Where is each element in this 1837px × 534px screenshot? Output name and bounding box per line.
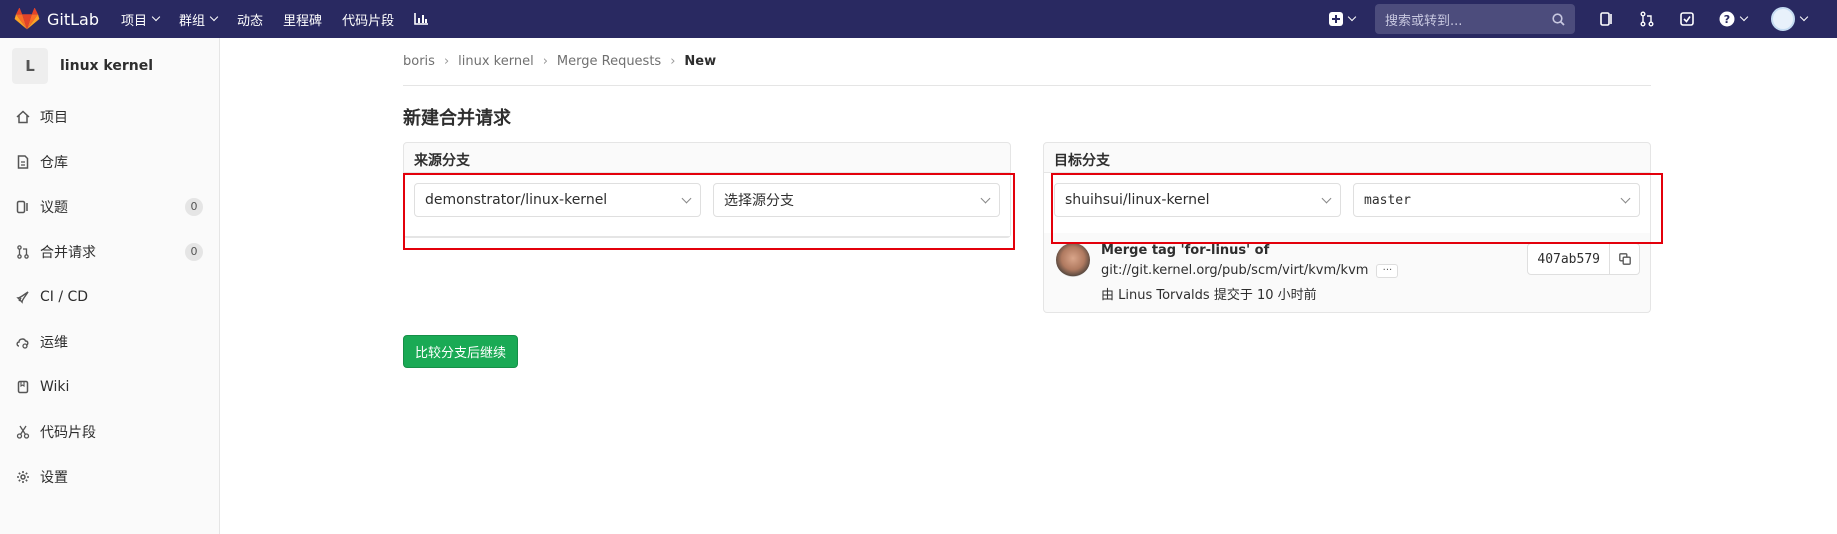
- nav-milestones[interactable]: 里程碑: [283, 10, 322, 29]
- project-name: linux kernel: [60, 58, 154, 74]
- todo-icon[interactable]: [1679, 11, 1695, 27]
- target-branch-heading: 目标分支: [1044, 143, 1650, 173]
- search-placeholder: 搜索或转到...: [1385, 13, 1463, 29]
- source-selectors-highlight: [403, 173, 1015, 250]
- commit-author-avatar: [1056, 243, 1090, 277]
- target-selectors-highlight: [1051, 173, 1663, 244]
- plus-square-icon: [1329, 12, 1343, 26]
- doc-icon: [17, 154, 29, 169]
- chevron-down-icon: [209, 12, 219, 22]
- gear-icon: [17, 470, 29, 483]
- nav-snippets[interactable]: 代码片段: [342, 10, 394, 29]
- user-avatar: [1771, 7, 1795, 31]
- sidebar-item-label: CI / CD: [40, 288, 89, 305]
- breadcrumb-item-owner[interactable]: boris: [403, 54, 435, 69]
- nav-activity[interactable]: 动态: [237, 10, 263, 29]
- nav-projects[interactable]: 项目: [121, 10, 161, 29]
- sidebar-item-ci-cd[interactable]: CI / CD: [0, 274, 219, 319]
- sidebar-item-project[interactable]: 项目: [0, 94, 219, 139]
- merge-request-icon[interactable]: [1639, 11, 1655, 27]
- scissors-icon: [16, 425, 30, 439]
- sidebar-item-label: 项目: [40, 109, 68, 126]
- breadcrumb-item-current[interactable]: New: [684, 54, 716, 69]
- chevron-down-icon: [1739, 12, 1749, 22]
- svg-text:?: ?: [1724, 13, 1730, 26]
- nav-chart[interactable]: [414, 13, 429, 25]
- nav-links: 项目 群组 动态 里程碑 代码片段: [121, 0, 448, 38]
- new-dropdown-button[interactable]: [1329, 12, 1357, 26]
- user-menu[interactable]: [1771, 7, 1809, 31]
- search-icon: [1552, 12, 1565, 26]
- commit-path: git://git.kernel.org/pub/scm/virt/kvm/kv…: [1101, 263, 1369, 278]
- sidebar-item-label: 设置: [40, 469, 68, 486]
- navbar-right: 搜索或转到... ?: [1329, 0, 1837, 38]
- help-icon: ?: [1719, 11, 1735, 27]
- commit-title[interactable]: Merge tag 'for-linus' of: [1101, 243, 1269, 258]
- brand-name: GitLab: [47, 9, 99, 29]
- sidebar-item-repository[interactable]: 仓库: [0, 139, 219, 184]
- top-navbar: GitLab 项目 群组 动态 里程碑 代码片段 搜索或转到... ?: [0, 0, 1837, 38]
- sidebar-item-merge-requests[interactable]: 合并请求 0: [0, 229, 219, 274]
- help-dropdown[interactable]: ?: [1719, 11, 1749, 27]
- sidebar-item-label: 仓库: [40, 154, 68, 171]
- copy-sha-button[interactable]: [1610, 243, 1640, 275]
- copy-icon: [1618, 253, 1631, 265]
- nav-groups-label: 群组: [179, 13, 206, 29]
- target-commit-preview: Merge tag 'for-linus' of git://git.kerne…: [1043, 233, 1651, 313]
- search-input[interactable]: 搜索或转到...: [1375, 4, 1575, 34]
- main-content: boris › linux kernel › Merge Requests › …: [403, 38, 1663, 368]
- merge-request-icon: [17, 244, 29, 259]
- sidebar-item-snippets[interactable]: 代码片段: [0, 409, 219, 454]
- commit-path-row: git://git.kernel.org/pub/scm/virt/kvm/kv…: [1101, 263, 1399, 278]
- chevron-down-icon: [1799, 12, 1809, 22]
- gitlab-logo-icon: [14, 8, 40, 30]
- breadcrumb-item-project[interactable]: linux kernel: [458, 54, 534, 69]
- breadcrumb: boris › linux kernel › Merge Requests › …: [403, 38, 1651, 86]
- breadcrumb-item-merge-requests[interactable]: Merge Requests: [557, 54, 661, 69]
- home-icon: [16, 109, 30, 123]
- issues-icon: [16, 200, 28, 213]
- nav-projects-label: 项目: [121, 13, 148, 29]
- chart-icon: [414, 13, 429, 25]
- merge-requests-count-badge: 0: [185, 242, 203, 261]
- chevron-down-icon: [151, 12, 161, 22]
- expand-commit-message-button[interactable]: ···: [1376, 263, 1399, 278]
- gitlab-home-link[interactable]: GitLab: [14, 0, 99, 38]
- breadcrumb-separator: ›: [542, 54, 548, 69]
- page-title: 新建合并请求: [403, 108, 511, 129]
- sidebar-project-header[interactable]: L linux kernel: [0, 38, 219, 94]
- compare-branches-button[interactable]: 比较分支后继续: [403, 335, 519, 368]
- sidebar-item-label: Wiki: [40, 378, 70, 395]
- sidebar-item-operations[interactable]: 运维: [0, 319, 219, 364]
- commit-author-line: 由 Linus Torvalds 提交于 10 小时前: [1101, 288, 1317, 303]
- book-icon: [17, 380, 29, 393]
- chevron-down-icon: [1347, 12, 1357, 22]
- issues-icon[interactable]: [1599, 11, 1615, 27]
- sidebar-item-label: 议题: [40, 199, 68, 216]
- sidebar-item-wiki[interactable]: Wiki: [0, 364, 219, 409]
- breadcrumb-separator: ›: [443, 54, 450, 69]
- source-branch-heading: 来源分支: [404, 143, 1010, 173]
- sidebar-item-label: 合并请求: [40, 244, 96, 261]
- rocket-icon: [16, 290, 29, 304]
- cloud-gear-icon: [16, 337, 29, 349]
- sidebar-item-issues[interactable]: 议题 0: [0, 184, 219, 229]
- commit-sha-group: 407ab579: [1527, 243, 1640, 275]
- commit-sha[interactable]: 407ab579: [1527, 243, 1610, 275]
- issues-count-badge: 0: [185, 197, 203, 216]
- nav-groups[interactable]: 群组: [179, 10, 219, 29]
- sidebar-item-settings[interactable]: 设置: [0, 454, 219, 499]
- project-avatar: L: [12, 48, 48, 84]
- sidebar-item-label: 运维: [40, 334, 68, 351]
- sidebar: L linux kernel 项目 仓库 议题 0 合并请求 0 CI / CD…: [0, 38, 220, 534]
- breadcrumb-separator: ›: [670, 54, 676, 69]
- sidebar-item-label: 代码片段: [40, 424, 96, 441]
